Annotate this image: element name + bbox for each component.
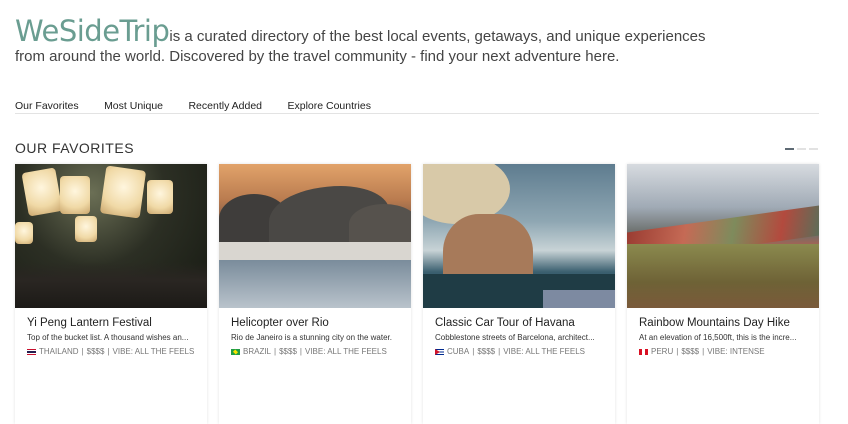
card-meta: BRAZIL | $$$$ | VIBE: ALL THE FEELS xyxy=(231,347,399,356)
card-vibe: VIBE: INTENSE xyxy=(707,347,765,356)
card-vibe: VIBE: ALL THE FEELS xyxy=(503,347,586,356)
category-nav: Our Favorites Most Unique Recently Added… xyxy=(15,96,819,114)
tagline-line2: from around the world. Discovered by the… xyxy=(15,48,620,65)
card-country: THAILAND xyxy=(39,347,79,356)
card-meta: PERU | $$$$ | VIBE: INTENSE xyxy=(639,347,807,356)
nav-explore-countries[interactable]: Explore Countries xyxy=(287,100,370,112)
tagline-line1: is a curated directory of the best local… xyxy=(169,28,706,45)
peru-flag-icon xyxy=(639,348,648,355)
card-description: Rio de Janeiro is a stunning city on the… xyxy=(231,333,392,342)
card-country: CUBA xyxy=(447,347,470,356)
card-meta: CUBA | $$$$ | VIBE: ALL THE FEELS xyxy=(435,347,603,356)
card-description: Cobblestone streets of Barcelona, archit… xyxy=(435,333,595,342)
nav-our-favorites[interactable]: Our Favorites xyxy=(15,100,79,112)
card-title[interactable]: Helicopter over Rio xyxy=(231,317,399,329)
experience-card-rainbow-mountains[interactable]: Rainbow Mountains Day Hike At an elevati… xyxy=(627,164,819,424)
card-country: PERU xyxy=(651,347,674,356)
experience-card-helicopter-rio[interactable]: Helicopter over Rio Rio de Janeiro is a … xyxy=(219,164,411,424)
pager-dot-2[interactable] xyxy=(797,148,806,150)
card-image-rio[interactable] xyxy=(219,164,411,308)
card-vibe: VIBE: ALL THE FEELS xyxy=(112,347,195,356)
card-image-havana[interactable] xyxy=(423,164,615,308)
favorites-carousel: Yi Peng Lantern Festival Top of the buck… xyxy=(15,164,820,424)
carousel-pager xyxy=(785,148,818,150)
experience-card-lantern-festival[interactable]: Yi Peng Lantern Festival Top of the buck… xyxy=(15,164,207,424)
pager-dot-1[interactable] xyxy=(785,148,794,150)
card-image-rainbow-mountains[interactable] xyxy=(627,164,819,308)
experience-card-havana-car-tour[interactable]: Classic Car Tour of Havana Cobblestone s… xyxy=(423,164,615,424)
pager-dot-3[interactable] xyxy=(809,148,818,150)
card-price: $$$$ xyxy=(681,347,700,356)
site-header: WeSideTripis a curated directory of the … xyxy=(15,14,715,66)
brazil-flag-icon xyxy=(231,348,240,355)
card-title[interactable]: Rainbow Mountains Day Hike xyxy=(639,317,807,329)
card-price: $$$$ xyxy=(477,347,496,356)
card-vibe: VIBE: ALL THE FEELS xyxy=(304,347,387,356)
card-image-lanterns[interactable] xyxy=(15,164,207,308)
card-title[interactable]: Yi Peng Lantern Festival xyxy=(27,317,195,329)
card-price: $$$$ xyxy=(86,347,105,356)
card-description: Top of the bucket list. A thousand wishe… xyxy=(27,333,189,342)
nav-most-unique[interactable]: Most Unique xyxy=(104,100,163,112)
card-title[interactable]: Classic Car Tour of Havana xyxy=(435,317,603,329)
thailand-flag-icon xyxy=(27,348,36,355)
card-description: At an elevation of 16,500ft, this is the… xyxy=(639,333,797,342)
cuba-flag-icon xyxy=(435,348,444,355)
card-price: $$$$ xyxy=(279,347,297,356)
site-logo[interactable]: WeSideTrip xyxy=(15,14,170,48)
card-meta: THAILAND | $$$$ | VIBE: ALL THE FEELS xyxy=(27,347,195,356)
nav-recently-added[interactable]: Recently Added xyxy=(188,100,262,112)
card-country: BRAZIL xyxy=(243,347,272,356)
section-title: OUR FAVORITES xyxy=(15,140,135,156)
